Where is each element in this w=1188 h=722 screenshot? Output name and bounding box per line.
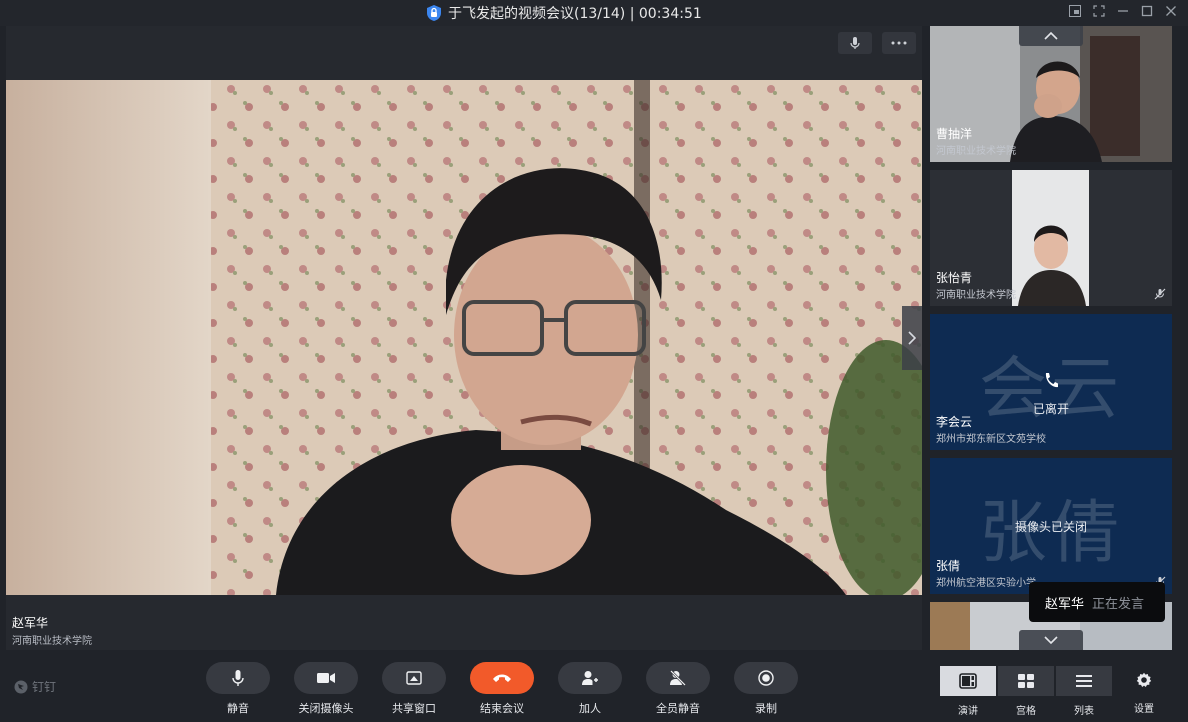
participant-tile[interactable]: 会云 已离开 李会云 郑州市郑东新区文苑学校 bbox=[930, 314, 1172, 450]
speaker-org: 河南职业技术学院 bbox=[12, 636, 92, 647]
speaking-name: 赵军华 bbox=[1045, 596, 1085, 612]
settings-button[interactable]: 设置 bbox=[1128, 672, 1160, 715]
shield-lock-icon bbox=[427, 5, 441, 21]
microphone-icon bbox=[232, 670, 244, 686]
participant-tile[interactable]: 曹抽洋 河南职业技术学院 bbox=[930, 26, 1172, 162]
speaking-status: 正在发言 bbox=[1092, 596, 1145, 612]
view-speaker-button[interactable]: 演讲 bbox=[940, 666, 996, 717]
main-video-bottom-bar bbox=[6, 595, 922, 650]
record-icon bbox=[758, 670, 774, 686]
scroll-down-button[interactable] bbox=[1019, 630, 1083, 650]
participant-tile[interactable]: 张怡青 河南职业技术学院 bbox=[930, 170, 1172, 306]
participant-name: 李会云 bbox=[936, 415, 973, 429]
hang-up-icon bbox=[493, 674, 511, 682]
participant-name: 张怡青 bbox=[936, 271, 973, 285]
end-meeting-label: 结束会议 bbox=[480, 702, 524, 715]
brand-name: 钉钉 bbox=[32, 680, 57, 694]
add-person-icon bbox=[582, 671, 598, 685]
brand-logo: 钉钉 bbox=[14, 678, 56, 695]
picture-in-picture-icon[interactable] bbox=[1068, 4, 1082, 18]
settings-label: 设置 bbox=[1134, 704, 1154, 715]
view-speaker-label: 演讲 bbox=[958, 706, 978, 717]
participant-org: 郑州航空港区实验小学 bbox=[936, 578, 1036, 589]
speaking-indicator: 赵军华 正在发言 bbox=[1029, 582, 1165, 622]
close-icon[interactable] bbox=[1164, 4, 1178, 18]
participant-status: 摄像头已关闭 bbox=[1014, 520, 1087, 534]
gear-icon bbox=[1136, 672, 1152, 687]
participant-name: 张倩 bbox=[936, 559, 961, 573]
camera-off-button[interactable]: 关闭摄像头 bbox=[294, 662, 358, 716]
grid-layout-icon bbox=[1018, 674, 1034, 688]
participant-org: 河南职业技术学院 bbox=[936, 290, 1016, 301]
mute-label: 静音 bbox=[227, 702, 249, 715]
participant-tile[interactable]: 张倩 摄像头已关闭 张倩 郑州航空港区实验小学 bbox=[930, 458, 1172, 594]
mic-status-button[interactable] bbox=[838, 32, 872, 54]
share-screen-icon bbox=[406, 671, 422, 685]
end-meeting-button[interactable]: 结束会议 bbox=[470, 662, 534, 716]
window-title: 于飞发起的视频会议(13/14) | 00:34:51 bbox=[448, 6, 702, 22]
dingtalk-logo-icon bbox=[14, 680, 28, 693]
share-window-button[interactable]: 共享窗口 bbox=[382, 662, 446, 716]
mute-button[interactable]: 静音 bbox=[206, 662, 270, 716]
speaker-name: 赵军华 bbox=[12, 616, 49, 630]
chevron-right-icon bbox=[908, 331, 917, 345]
main-video-panel: 赵军华 河南职业技术学院 bbox=[6, 26, 922, 650]
speaker-layout-icon bbox=[959, 673, 977, 689]
camera-off-label: 关闭摄像头 bbox=[298, 702, 354, 715]
mute-all-icon bbox=[670, 670, 686, 686]
mute-all-label: 全员静音 bbox=[656, 702, 700, 715]
next-page-button[interactable] bbox=[902, 306, 922, 370]
add-participant-button[interactable]: 加人 bbox=[558, 662, 622, 716]
chevron-down-icon bbox=[1044, 636, 1058, 645]
maximize-icon[interactable] bbox=[1140, 4, 1154, 18]
title-group: 于飞发起的视频会议(13/14) | 00:34:51 bbox=[426, 3, 702, 23]
view-list-button[interactable]: 列表 bbox=[1056, 666, 1112, 717]
main-video-feed bbox=[6, 80, 922, 595]
mic-muted-icon bbox=[1154, 288, 1166, 300]
more-options-button[interactable] bbox=[882, 32, 916, 54]
share-window-label: 共享窗口 bbox=[392, 702, 436, 715]
video-camera-icon bbox=[317, 673, 335, 683]
minimize-icon[interactable] bbox=[1116, 4, 1130, 18]
speaker-video-frame bbox=[6, 80, 922, 595]
participant-org: 河南职业技术学院 bbox=[936, 146, 1016, 157]
view-grid-button[interactable]: 宫格 bbox=[998, 666, 1054, 717]
view-list-label: 列表 bbox=[1074, 706, 1094, 717]
participant-name: 曹抽洋 bbox=[936, 127, 973, 141]
layout-switcher: 演讲 宫格 列表 bbox=[940, 666, 1112, 717]
more-dots-icon bbox=[891, 41, 907, 45]
phone-icon bbox=[1045, 373, 1058, 388]
view-grid-label: 宫格 bbox=[1016, 706, 1036, 717]
record-button[interactable]: 录制 bbox=[734, 662, 798, 716]
meeting-toolbar: 钉钉 静音 关闭摄像头 共享窗口 结束会议 加人 全员静音 录制 演讲 宫格 列… bbox=[0, 650, 1188, 722]
fullscreen-icon[interactable] bbox=[1092, 4, 1106, 18]
add-participant-label: 加人 bbox=[579, 702, 601, 715]
list-layout-icon bbox=[1076, 675, 1092, 687]
chevron-up-icon bbox=[1044, 31, 1058, 40]
main-video-top-bar bbox=[6, 26, 922, 80]
participant-org: 郑州市郑东新区文苑学校 bbox=[936, 434, 1046, 445]
title-bar: 于飞发起的视频会议(13/14) | 00:34:51 bbox=[0, 0, 1188, 26]
microphone-icon bbox=[850, 37, 860, 49]
window-controls bbox=[1068, 4, 1178, 18]
record-label: 录制 bbox=[755, 702, 777, 715]
scroll-up-button[interactable] bbox=[1019, 26, 1083, 46]
mute-all-button[interactable]: 全员静音 bbox=[646, 662, 710, 716]
